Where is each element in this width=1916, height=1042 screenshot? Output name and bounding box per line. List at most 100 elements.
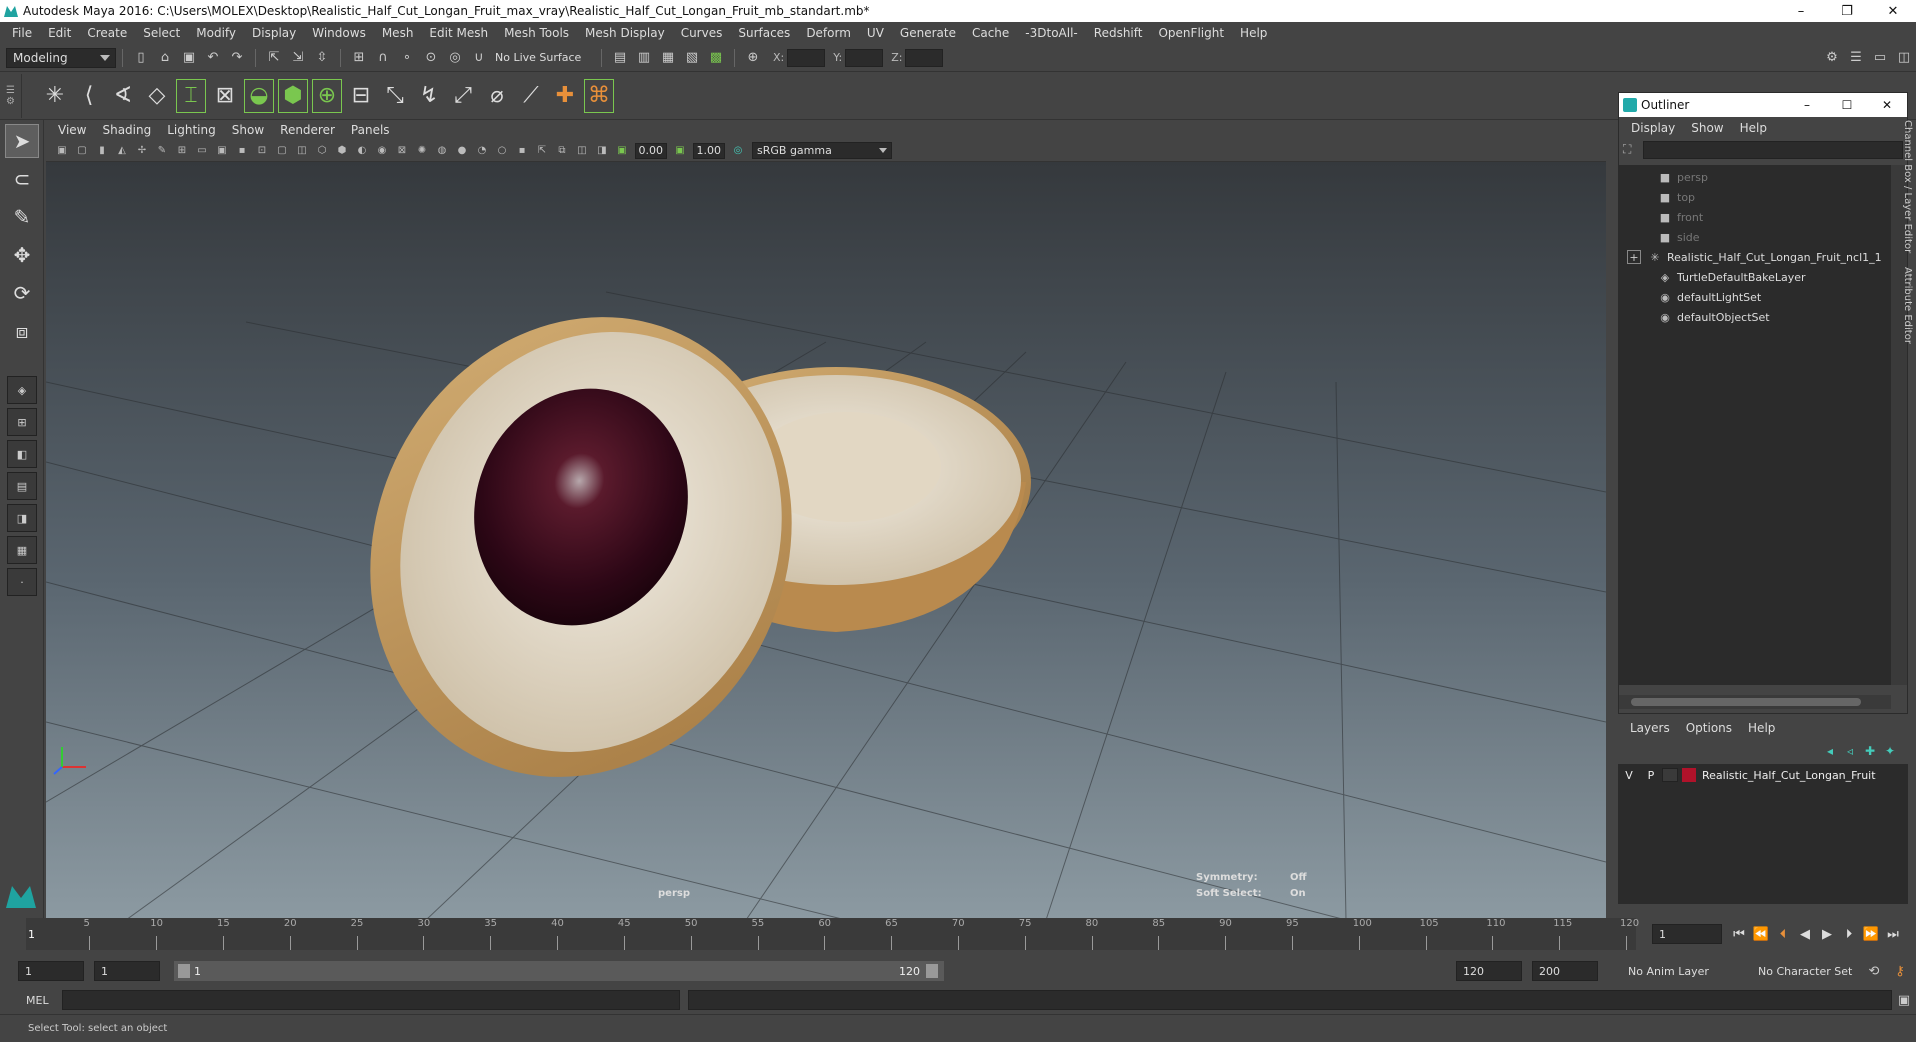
- menu-mesh[interactable]: Mesh: [374, 26, 422, 40]
- textured-icon[interactable]: ◉: [374, 143, 390, 159]
- channel-box-toggle-icon[interactable]: ◫: [1894, 48, 1914, 68]
- render-settings-icon[interactable]: ▧: [682, 48, 702, 68]
- gamma-field[interactable]: 1.00: [693, 142, 725, 159]
- step-forward-icon[interactable]: ⏩: [1860, 922, 1882, 946]
- wireframe-icon[interactable]: ⬡: [314, 143, 330, 159]
- menu-openflight[interactable]: OpenFlight: [1150, 26, 1232, 40]
- x-field[interactable]: [787, 48, 826, 67]
- close-button[interactable]: ✕: [1870, 0, 1916, 22]
- film-gate-icon[interactable]: ▭: [194, 143, 210, 159]
- magnet-icon[interactable]: ∪: [469, 48, 489, 68]
- xray-icon[interactable]: ⇱: [534, 143, 550, 159]
- menu-curves[interactable]: Curves: [673, 26, 731, 40]
- snap-grid-icon[interactable]: ⊞: [349, 48, 369, 68]
- panel-menu-show[interactable]: Show: [224, 123, 272, 137]
- shelf-plus-icon[interactable]: ✚: [550, 79, 580, 113]
- restore-button[interactable]: ❐: [1824, 0, 1870, 22]
- tab-attribute-editor[interactable]: Attribute Editor: [1902, 267, 1913, 344]
- side-by-side-layout-icon[interactable]: ◧: [7, 440, 37, 468]
- shelf-bone-icon[interactable]: ⟋: [516, 79, 546, 113]
- outliner-item[interactable]: ◈ TurtleDefaultBakeLayer: [1619, 267, 1891, 287]
- wireframe-on-shaded-icon[interactable]: ◐: [354, 143, 370, 159]
- playback-start-field[interactable]: 1: [94, 961, 160, 981]
- undo-icon[interactable]: ↶: [203, 48, 223, 68]
- perspective-viewport[interactable]: persp Symmetry: Off Soft Select: On: [46, 162, 1606, 920]
- custom-layout-icon[interactable]: ·: [7, 568, 37, 596]
- render-frame-icon[interactable]: ▤: [610, 48, 630, 68]
- ipr-render-icon[interactable]: ▦: [658, 48, 678, 68]
- layer-display-type[interactable]: [1662, 768, 1678, 782]
- shelf-wire-icon[interactable]: ⌀: [482, 79, 512, 113]
- image-plane-icon[interactable]: ◭: [114, 143, 130, 159]
- character-set-select[interactable]: No Character Set: [1752, 961, 1862, 981]
- menu-set-select[interactable]: Modeling: [6, 47, 116, 68]
- field-chart-icon[interactable]: ⊡: [254, 143, 270, 159]
- hypershade-layout-icon[interactable]: ▦: [7, 536, 37, 564]
- outliner-menu-show[interactable]: Show: [1683, 121, 1731, 135]
- shelf-move-icon[interactable]: ⤡: [380, 79, 410, 113]
- scrollbar-thumb[interactable]: [1631, 698, 1861, 706]
- gate-mask-icon[interactable]: ▪: [234, 143, 250, 159]
- menu-edit-mesh[interactable]: Edit Mesh: [421, 26, 496, 40]
- live-surface-field[interactable]: No Live Surface: [491, 48, 595, 68]
- shelf-group-icon[interactable]: ⌶: [176, 78, 206, 113]
- rotate-tool-icon[interactable]: ⟳: [5, 276, 39, 310]
- outliner-item[interactable]: ■ side: [1619, 227, 1891, 247]
- layer-menu-options[interactable]: Options: [1678, 721, 1740, 735]
- playback-end-field[interactable]: 120: [1456, 961, 1522, 981]
- modeling-toolkit-icon[interactable]: ⚙: [1822, 48, 1842, 68]
- xray-joints-icon[interactable]: ⧉: [554, 143, 570, 159]
- expand-icon[interactable]: +: [1627, 250, 1641, 264]
- menu-deform[interactable]: Deform: [798, 26, 859, 40]
- outliner-item[interactable]: ■ persp: [1619, 167, 1891, 187]
- lasso-tool-icon[interactable]: ⊂: [5, 162, 39, 196]
- layer-row[interactable]: V P Realistic_Half_Cut_Longan_Fruit: [1618, 764, 1908, 786]
- new-layer-selected-icon[interactable]: ✦: [1880, 744, 1900, 758]
- outliner-item[interactable]: + ✳ Realistic_Half_Cut_Longan_Fruit_ncl1_1: [1619, 247, 1891, 267]
- move-layer-up-icon[interactable]: ◂: [1820, 744, 1840, 758]
- play-backwards-icon[interactable]: ◀: [1794, 922, 1816, 946]
- menu-display[interactable]: Display: [244, 26, 304, 40]
- snap-point-icon[interactable]: ∘: [397, 48, 417, 68]
- shelf-menu-handle[interactable]: ☰ ⚙: [0, 73, 22, 118]
- smooth-shade-icon[interactable]: ⬢: [334, 143, 350, 159]
- layer-menu-help[interactable]: Help: [1740, 721, 1783, 735]
- new-layer-icon[interactable]: ✚: [1860, 744, 1880, 758]
- use-all-lights-icon[interactable]: ⊠: [394, 143, 410, 159]
- outliner-item[interactable]: ■ top: [1619, 187, 1891, 207]
- outliner-item[interactable]: ■ front: [1619, 207, 1891, 227]
- panel-menu-panels[interactable]: Panels: [343, 123, 398, 137]
- z-field[interactable]: [905, 48, 944, 67]
- shelf-bbox-icon[interactable]: ⊠: [210, 79, 240, 113]
- range-end-handle[interactable]: [926, 964, 938, 978]
- menu-windows[interactable]: Windows: [304, 26, 374, 40]
- scale-tool-icon[interactable]: ⧈: [5, 314, 39, 348]
- tool-settings-toggle-icon[interactable]: ▭: [1870, 48, 1890, 68]
- outliner-menu-help[interactable]: Help: [1732, 121, 1775, 135]
- anim-layer-select[interactable]: No Anim Layer: [1622, 961, 1742, 981]
- range-start-handle[interactable]: [178, 964, 190, 978]
- command-input[interactable]: [62, 990, 680, 1010]
- menu-surfaces[interactable]: Surfaces: [730, 26, 798, 40]
- menu-file[interactable]: File: [4, 26, 40, 40]
- redo-icon[interactable]: ↷: [227, 48, 247, 68]
- panel-menu-renderer[interactable]: Renderer: [272, 123, 343, 137]
- go-to-start-icon[interactable]: ⏮: [1728, 922, 1750, 946]
- snap-view-icon[interactable]: ⊙: [421, 48, 441, 68]
- layer-playback[interactable]: P: [1640, 769, 1662, 782]
- paint-select-tool-icon[interactable]: ✎: [5, 200, 39, 234]
- shelf-scale-icon[interactable]: ⤢: [448, 79, 478, 113]
- shelf-pivot-icon[interactable]: ⊕: [312, 78, 342, 113]
- maximize-button[interactable]: ☐: [1827, 98, 1867, 112]
- layer-menu-layers[interactable]: Layers: [1622, 721, 1678, 735]
- menu-generate[interactable]: Generate: [892, 26, 964, 40]
- menu-3dtoall[interactable]: -3DtoAll-: [1017, 26, 1085, 40]
- save-scene-icon[interactable]: ▣: [179, 48, 199, 68]
- shelf-cube-icon[interactable]: ⬢: [278, 78, 308, 113]
- minimize-button[interactable]: –: [1778, 0, 1824, 22]
- xray-components-icon[interactable]: ◫: [574, 143, 590, 159]
- single-perspective-layout-icon[interactable]: ◈: [7, 376, 37, 404]
- motion-blur-icon[interactable]: ●: [454, 143, 470, 159]
- menu-redshift[interactable]: Redshift: [1086, 26, 1151, 40]
- tab-channel-box[interactable]: Channel Box / Layer Editor: [1902, 120, 1913, 253]
